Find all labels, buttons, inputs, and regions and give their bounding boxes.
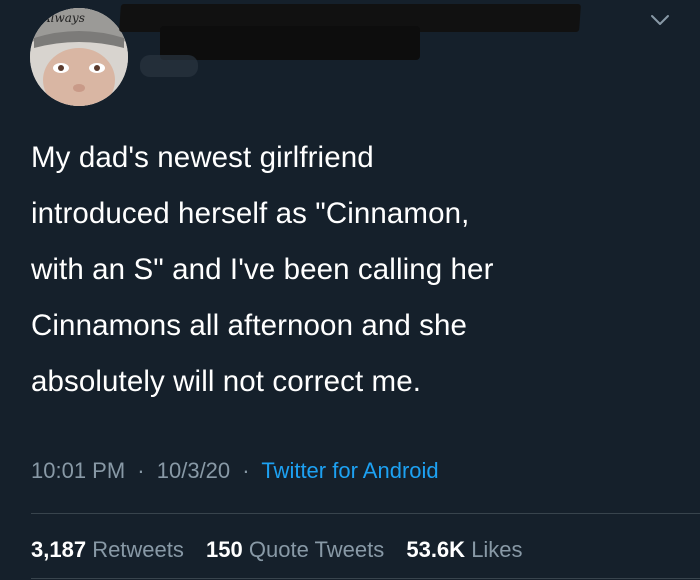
likes-stat[interactable]: 53.6K Likes <box>406 537 522 562</box>
avatar[interactable]: Always <box>30 8 128 106</box>
retweets-label: Retweets <box>92 537 184 562</box>
likes-label: Likes <box>471 537 523 562</box>
display-name-redaction-lower <box>160 26 420 60</box>
tweet-time[interactable]: 10:01 PM <box>31 458 125 483</box>
retweets-count: 3,187 <box>31 537 87 562</box>
tweet-text: My dad's newest girlfriend introduced he… <box>31 141 494 398</box>
separator-dot: · <box>242 458 250 483</box>
avatar-image: Always <box>30 8 128 106</box>
quote-tweets-label: Quote Tweets <box>248 537 385 562</box>
divider <box>31 513 700 514</box>
handle-redaction <box>140 55 198 77</box>
avatar-caption: Always <box>41 11 85 25</box>
divider <box>31 578 700 579</box>
tweet-metadata: 10:01 PM · 10/3/20 · Twitter for Android <box>31 458 439 484</box>
tweet-source-link[interactable]: Twitter for Android <box>261 458 438 483</box>
tweet-stats: 3,187 Retweets 150 Quote Tweets 53.6K Li… <box>31 537 539 563</box>
tweet-header: Always <box>0 0 700 110</box>
tweet-card: Always My dad's newest girlfriend introd… <box>0 0 700 580</box>
likes-count: 53.6K <box>406 537 466 562</box>
quote-tweets-count: 150 <box>206 537 243 562</box>
quote-tweets-stat[interactable]: 150 Quote Tweets <box>206 537 390 562</box>
tweet-date[interactable]: 10/3/20 <box>157 458 230 483</box>
retweets-stat[interactable]: 3,187 Retweets <box>31 537 190 562</box>
separator-dot: · <box>137 458 145 483</box>
chevron-down-icon[interactable] <box>648 8 672 32</box>
